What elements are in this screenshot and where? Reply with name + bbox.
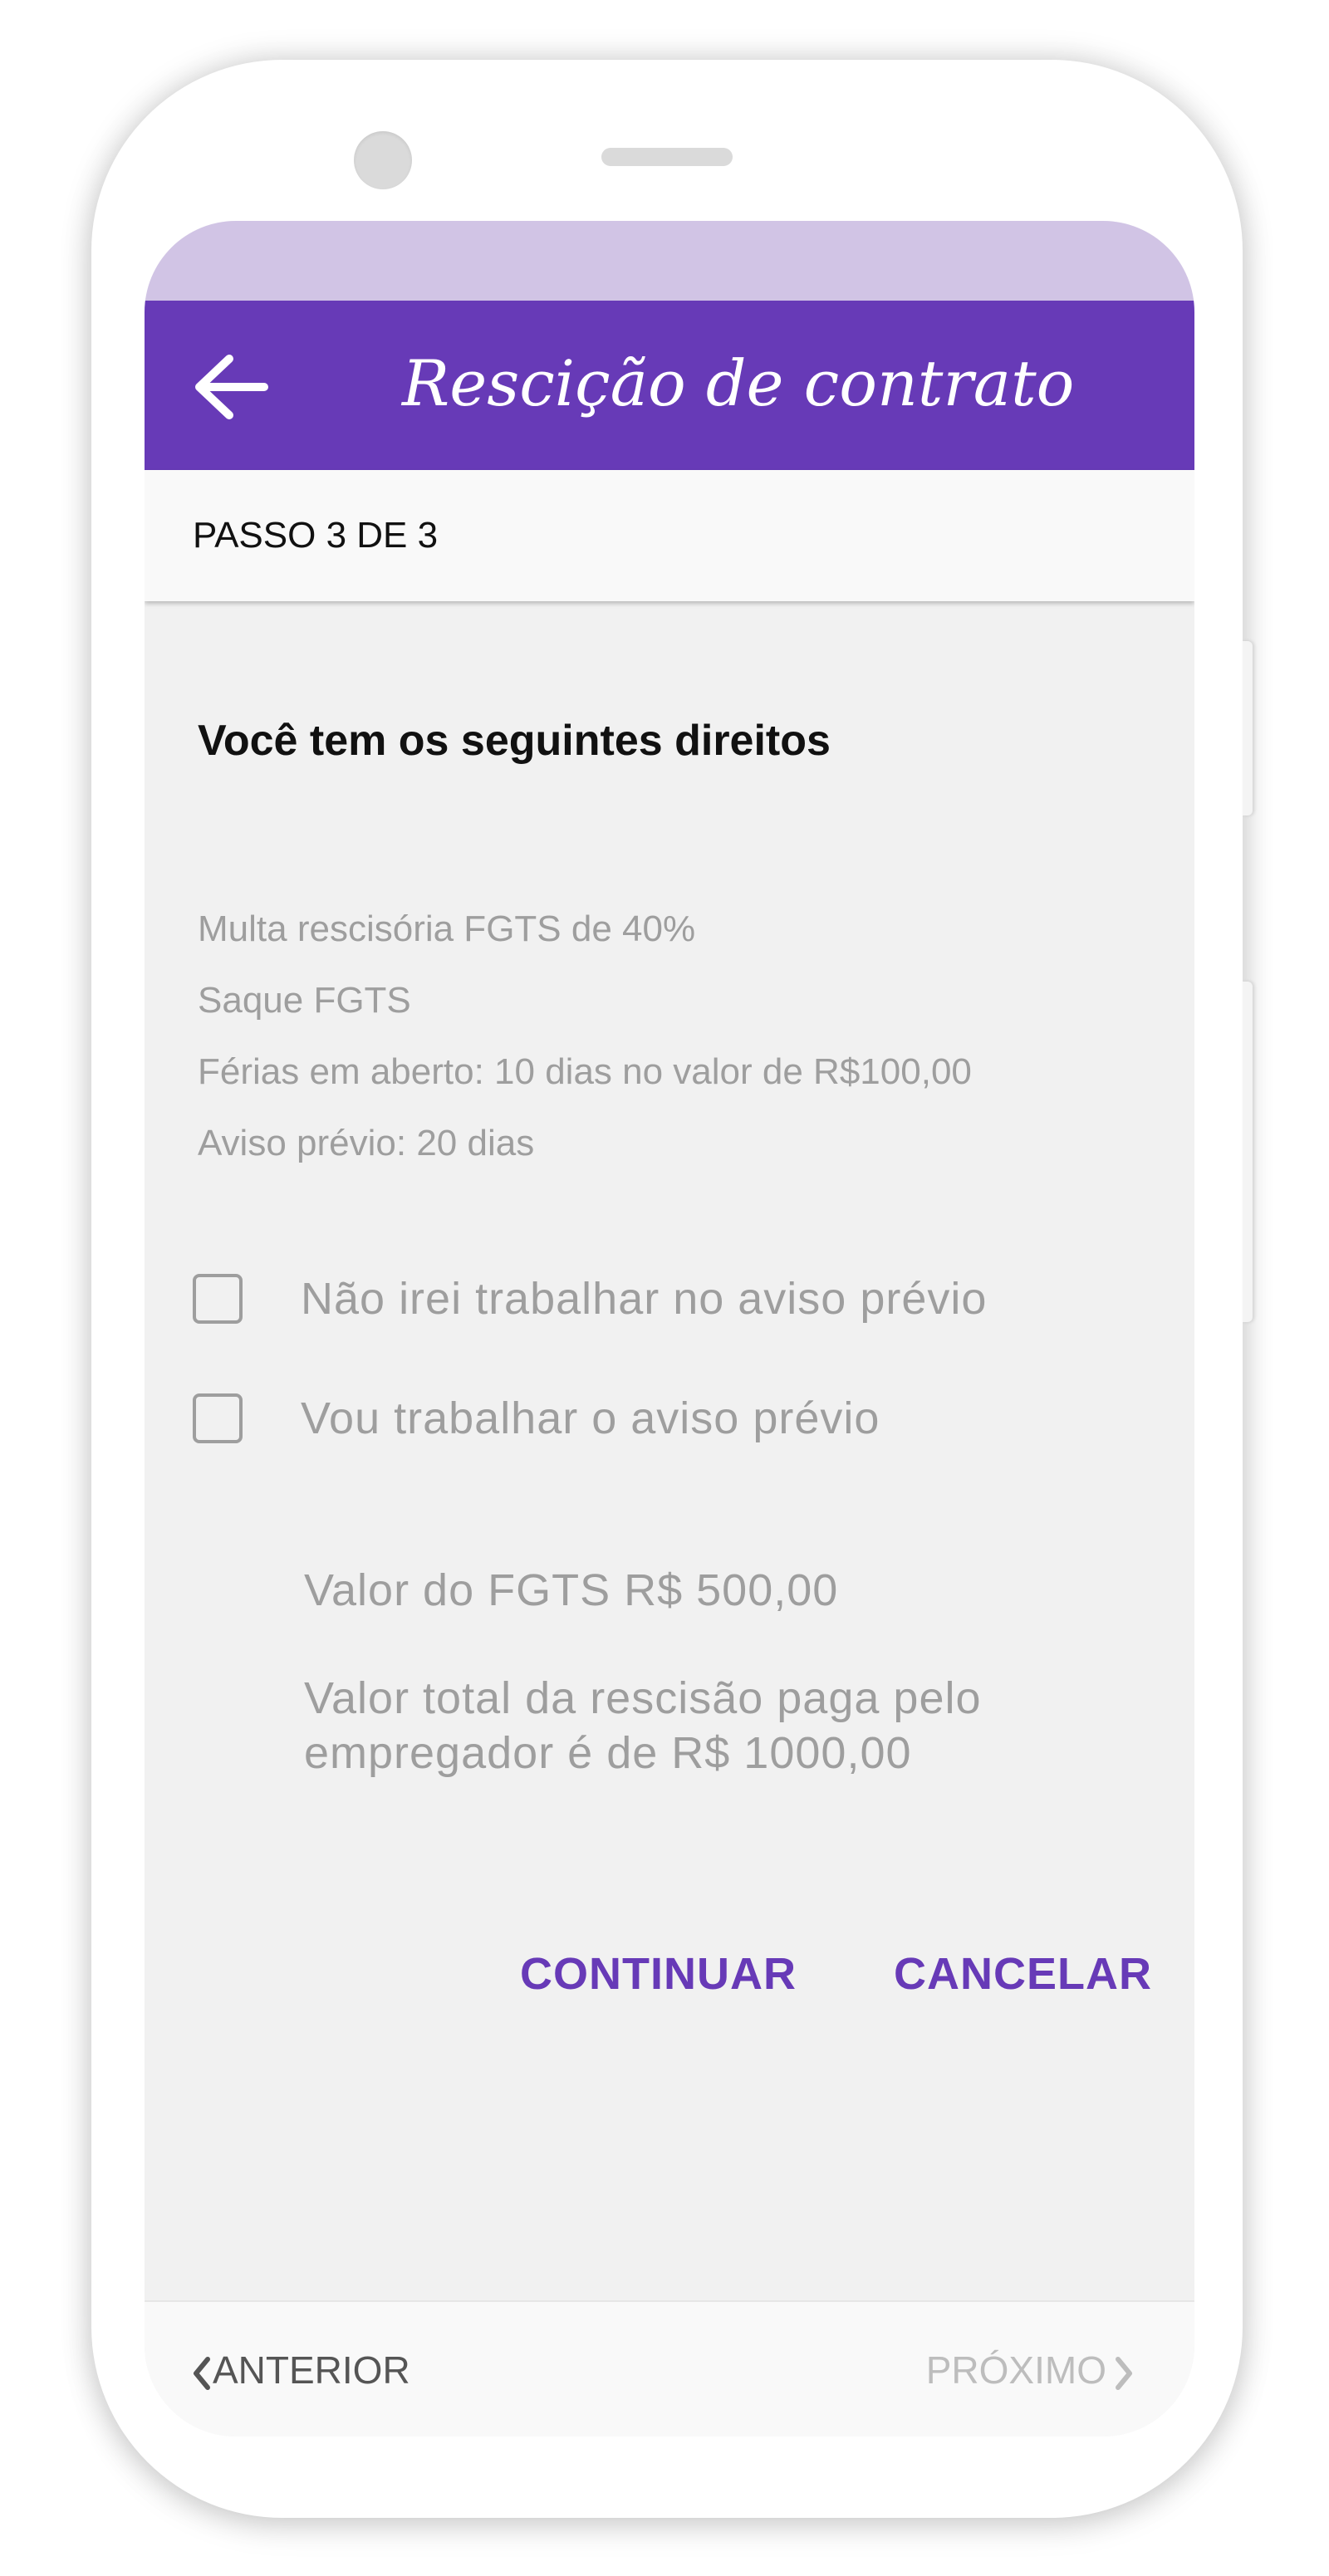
list-item: Aviso prévio: 20 dias: [198, 1123, 535, 1163]
back-button[interactable]: [193, 354, 269, 420]
next-button[interactable]: PRÓXIMO: [926, 2343, 1136, 2397]
list-item: Multa rescisória FGTS de 40%: [198, 908, 696, 949]
total-value-line-2: empregador é de R$ 1000,00: [304, 1728, 912, 1778]
previous-label: ANTERIOR: [213, 2348, 410, 2392]
step-indicator: PASSO 3 DE 3: [193, 515, 439, 556]
total-value-line-1: Valor total da rescisão paga pelo: [304, 1673, 982, 1723]
earpiece-speaker: [601, 148, 733, 166]
page-title: Rescição de contrato: [402, 346, 1075, 420]
option-label: Não irei trabalhar no aviso prévio: [301, 1274, 988, 1324]
rights-list: Multa rescisória FGTS de 40% Saque FGTS …: [198, 894, 972, 1179]
option-label: Vou trabalhar o aviso prévio: [301, 1393, 880, 1443]
app-bar: Rescição de contrato: [145, 301, 1194, 470]
list-item: Férias em aberto: 10 dias no valor de R$…: [198, 1051, 972, 1092]
option-no-work-notice[interactable]: Não irei trabalhar no aviso prévio: [193, 1269, 1106, 1335]
fgts-value-text: Valor do FGTS R$ 500,00: [304, 1565, 839, 1615]
front-camera: [354, 131, 412, 189]
list-item: Saque FGTS: [198, 980, 411, 1021]
arrow-left-icon: [195, 355, 268, 419]
chevron-right-icon: [1116, 2356, 1132, 2390]
rights-heading: Você tem os seguintes direitos: [198, 717, 831, 765]
previous-button[interactable]: ANTERIOR: [189, 2343, 410, 2397]
chevron-left-icon: [194, 2356, 210, 2390]
option-work-notice[interactable]: Vou trabalhar o aviso prévio: [193, 1388, 1106, 1455]
checkbox-work-notice[interactable]: [193, 1393, 243, 1443]
power-button: [1243, 982, 1253, 1322]
cancel-button[interactable]: CANCELAR: [894, 1937, 1152, 2011]
next-label: PRÓXIMO: [925, 2348, 1106, 2392]
status-bar: [145, 221, 1194, 301]
bottom-navigation: ANTERIOR PRÓXIMO: [145, 2300, 1194, 2436]
volume-button: [1243, 641, 1253, 815]
app-screen: Rescição de contrato PASSO 3 DE 3 Você t…: [145, 221, 1194, 2436]
continue-button[interactable]: CONTINUAR: [520, 1937, 797, 2011]
checkbox-no-work-notice[interactable]: [193, 1274, 243, 1324]
stepper-header: PASSO 3 DE 3: [145, 470, 1194, 601]
